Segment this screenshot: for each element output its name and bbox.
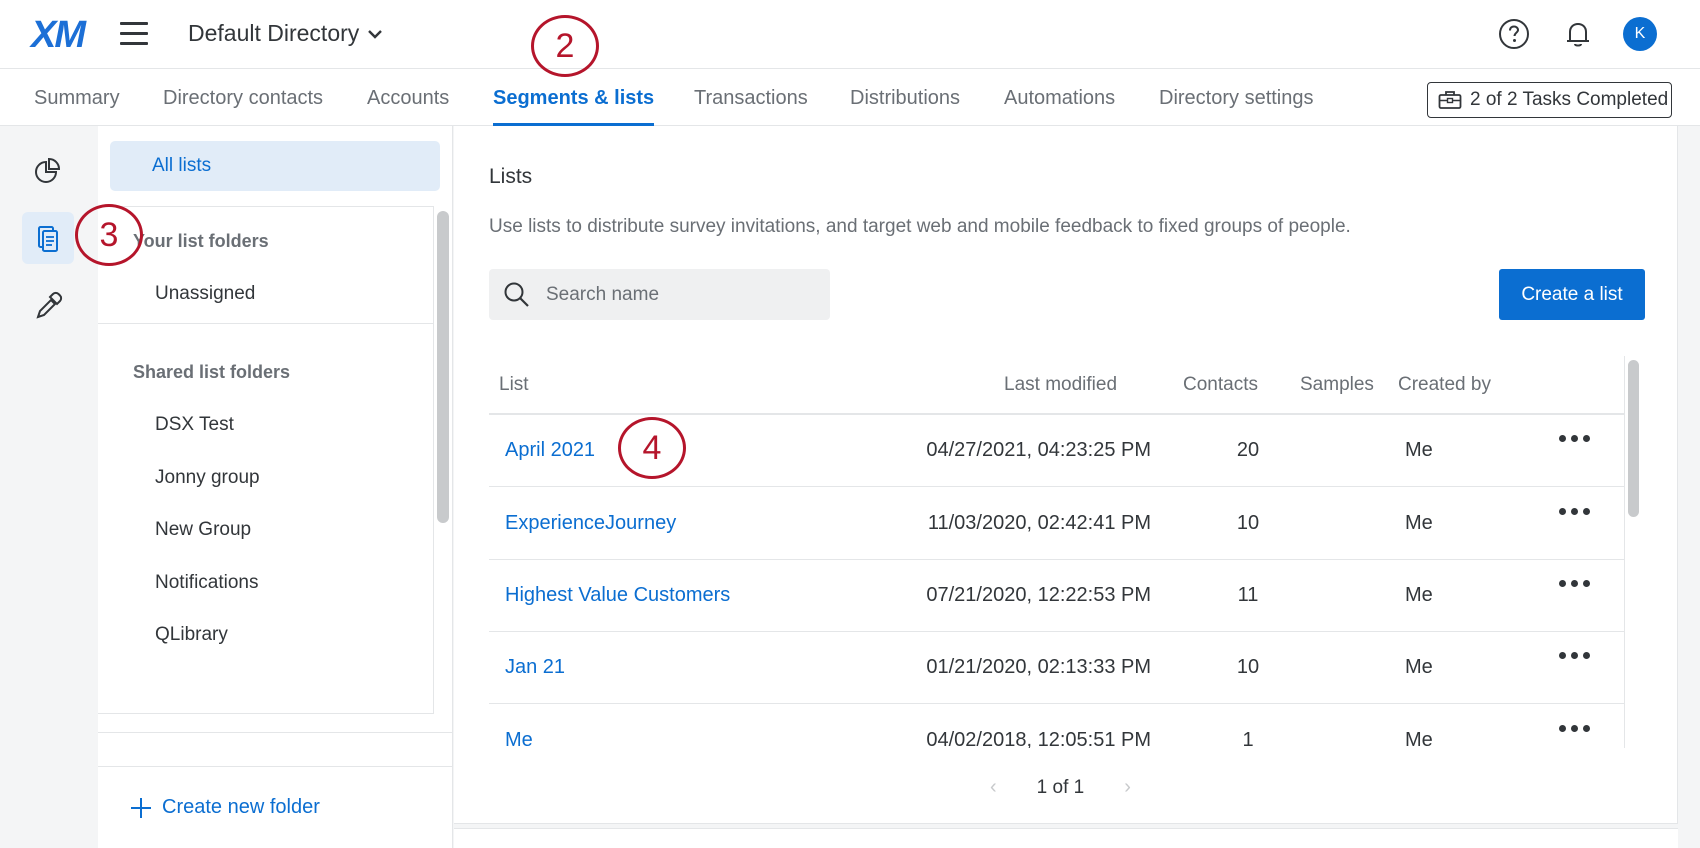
table-scrollbar[interactable] <box>1628 360 1639 517</box>
directory-tabs: Summary Directory contacts Accounts Segm… <box>0 68 1700 127</box>
xm-logo[interactable]: XM <box>31 16 86 54</box>
chevron-down-icon <box>368 29 383 39</box>
list-name-link[interactable]: Highest Value Customers <box>505 584 730 607</box>
last-modified-cell: 01/21/2020, 02:13:33 PM <box>926 656 1151 678</box>
create-new-folder-button[interactable]: Create new folder <box>130 796 320 819</box>
created-by-cell: Me <box>1405 729 1433 748</box>
column-header-list[interactable]: List <box>499 374 529 396</box>
table-row: Me 04/02/2018, 12:05:51 PM 1 Me <box>489 705 1624 748</box>
created-by-cell: Me <box>1405 584 1433 606</box>
more-actions-icon[interactable] <box>1559 435 1590 442</box>
contacts-cell: 11 <box>1237 584 1259 606</box>
folder-item-jonny-group[interactable]: Jonny group <box>155 467 260 489</box>
column-header-samples[interactable]: Samples <box>1300 374 1374 396</box>
folder-scrollbar[interactable] <box>437 211 449 523</box>
contacts-cell: 20 <box>1236 439 1260 461</box>
tab-distributions[interactable]: Distributions <box>850 87 960 110</box>
table-row: Jan 21 01/21/2020, 02:13:33 PM 10 Me <box>489 632 1624 704</box>
page-indicator: 1 of 1 <box>1036 776 1085 798</box>
rail-segments-button[interactable] <box>22 144 74 196</box>
folder-item-qlibrary[interactable]: QLibrary <box>155 624 228 646</box>
folder-item-unassigned[interactable]: Unassigned <box>155 283 255 305</box>
pagination: ‹ 1 of 1 › <box>990 776 1131 799</box>
last-modified-cell: 07/21/2020, 12:22:53 PM <box>926 584 1151 606</box>
created-by-cell: Me <box>1405 512 1433 534</box>
eyedropper-icon <box>36 291 63 319</box>
folder-item-dsx-test[interactable]: DSX Test <box>155 414 234 436</box>
notifications-bell-icon[interactable] <box>1562 18 1594 50</box>
search-icon <box>504 282 529 307</box>
tab-directory-settings[interactable]: Directory settings <box>1159 87 1314 110</box>
callout-step-4: 4 <box>618 417 686 479</box>
user-avatar[interactable]: K <box>1623 17 1657 51</box>
created-by-cell: Me <box>1405 656 1433 678</box>
lists-table: List Last modified Contacts Samples Crea… <box>489 358 1624 748</box>
contacts-cell: 10 <box>1236 512 1260 534</box>
callout-step-3: 3 <box>75 204 143 266</box>
contacts-cell: 10 <box>1236 656 1260 678</box>
contacts-cell: 1 <box>1242 729 1254 748</box>
your-list-folders-heading: Your list folders <box>133 231 269 251</box>
last-modified-cell: 11/03/2020, 02:42:41 PM <box>927 512 1151 534</box>
next-page-icon[interactable]: › <box>1124 776 1131 799</box>
tab-directory-contacts[interactable]: Directory contacts <box>163 87 323 110</box>
directory-name: Default Directory <box>188 20 360 46</box>
lists-icon <box>38 226 58 252</box>
last-modified-cell: 04/02/2018, 12:05:51 PM <box>926 729 1151 748</box>
rail-eyedropper-button[interactable] <box>22 280 74 332</box>
more-actions-icon[interactable] <box>1559 652 1590 659</box>
tab-accounts[interactable]: Accounts <box>367 87 449 110</box>
folder-list: Your list folders Unassigned Shared list… <box>98 206 434 714</box>
more-actions-icon[interactable] <box>1559 580 1590 587</box>
segments-pie-icon <box>35 157 61 183</box>
previous-page-icon[interactable]: ‹ <box>990 776 997 799</box>
tab-summary[interactable]: Summary <box>34 87 120 110</box>
column-header-last-modified[interactable]: Last modified <box>1004 374 1117 396</box>
page-description: Use lists to distribute survey invitatio… <box>489 216 1351 237</box>
tasks-completed-label: 2 of 2 Tasks Completed <box>1470 89 1669 110</box>
create-list-button[interactable]: Create a list <box>1499 269 1645 320</box>
created-by-cell: Me <box>1405 439 1433 461</box>
table-row: Highest Value Customers 07/21/2020, 12:2… <box>489 560 1624 632</box>
list-name-link[interactable]: Me <box>505 729 533 748</box>
last-modified-cell: 04/27/2021, 04:23:25 PM <box>926 439 1151 461</box>
table-row: ExperienceJourney 11/03/2020, 02:42:41 P… <box>489 488 1624 560</box>
list-name-link[interactable]: April 2021 <box>505 439 595 462</box>
shared-list-folders-heading: Shared list folders <box>133 362 291 382</box>
folder-item-notifications[interactable]: Notifications <box>155 572 259 594</box>
rail-lists-button[interactable] <box>22 212 74 264</box>
create-new-folder-label: Create new folder <box>162 796 320 818</box>
all-lists-item[interactable]: All lists <box>110 141 440 191</box>
directory-selector[interactable]: Default Directory <box>188 20 383 47</box>
plus-icon <box>131 797 151 818</box>
tab-transactions[interactable]: Transactions <box>694 87 808 110</box>
list-name-link[interactable]: ExperienceJourney <box>505 512 676 535</box>
column-header-created-by[interactable]: Created by <box>1398 374 1491 396</box>
list-folders-panel: All lists Your list folders Unassigned S… <box>98 126 453 848</box>
tab-automations[interactable]: Automations <box>1004 87 1115 110</box>
callout-step-2: 2 <box>531 15 599 77</box>
toolbox-icon <box>1438 91 1462 109</box>
top-bar: XM Default Directory K <box>0 0 1700 68</box>
list-name-link[interactable]: Jan 21 <box>505 656 565 679</box>
more-actions-icon[interactable] <box>1559 725 1590 732</box>
tab-segments-lists[interactable]: Segments & lists <box>493 87 655 127</box>
folder-item-new-group[interactable]: New Group <box>155 519 251 541</box>
hamburger-menu-icon[interactable] <box>120 22 148 46</box>
search-box[interactable] <box>489 269 830 320</box>
column-header-contacts[interactable]: Contacts <box>1183 374 1258 396</box>
more-actions-icon[interactable] <box>1559 508 1590 515</box>
tasks-completed-button[interactable]: 2 of 2 Tasks Completed <box>1427 82 1672 118</box>
help-icon[interactable] <box>1498 18 1530 50</box>
page-title: Lists <box>489 165 533 188</box>
search-input[interactable] <box>546 283 806 306</box>
